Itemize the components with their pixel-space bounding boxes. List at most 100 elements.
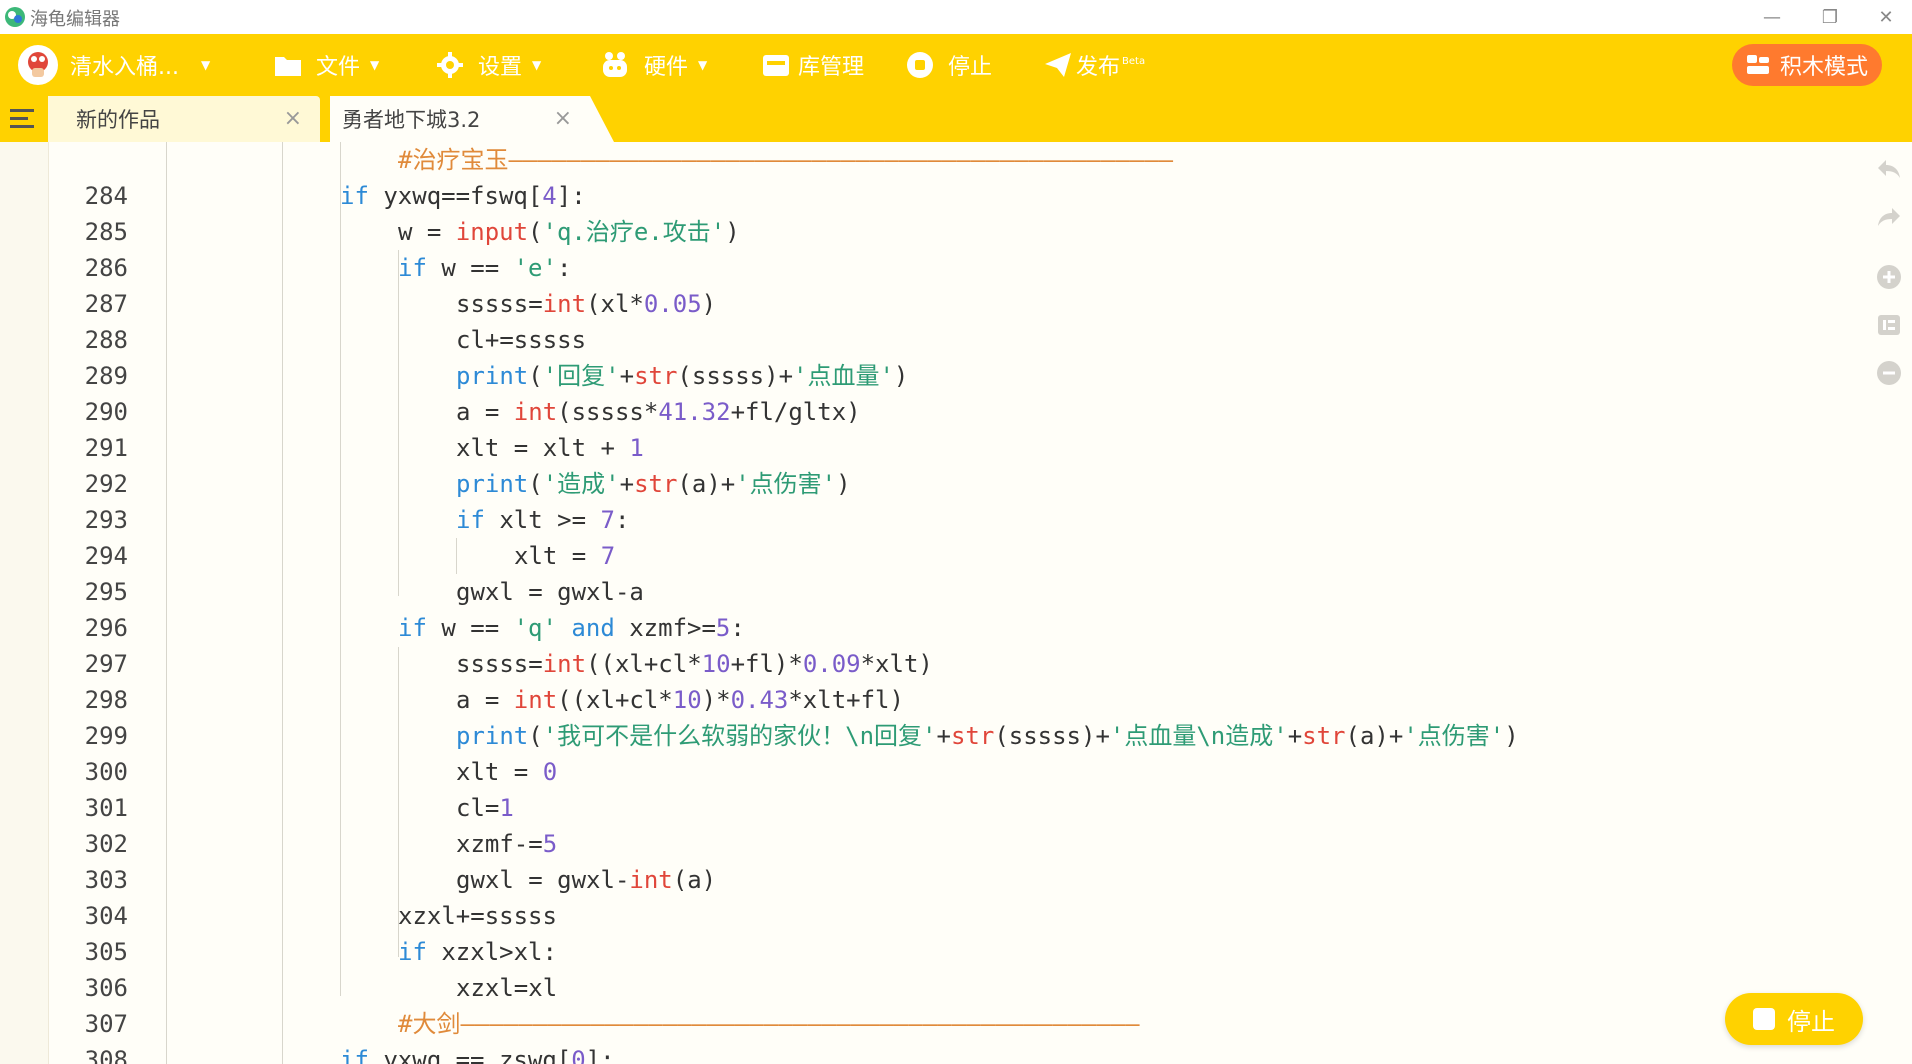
code-comment: #治疗宝玉———————————————————————————————————… [398, 146, 1174, 174]
code-editor[interactable]: 284 #治疗宝玉———————————————————————————————… [0, 142, 1912, 1064]
user-menu[interactable]: 清水入桶... ▼ [18, 34, 210, 96]
close-icon[interactable]: × [284, 106, 302, 131]
keyword: if [456, 506, 485, 534]
floating-stop-button[interactable]: 停止 [1725, 993, 1863, 1045]
code-line: 294 if xlt >= 7: [48, 502, 1848, 570]
code-line: 300 print('我可不是什么软弱的家伙！\n回复'+str(sssss)+… [48, 718, 1848, 786]
blocks-icon [1746, 55, 1769, 74]
zoom-in-icon[interactable] [1874, 262, 1904, 292]
code-line: 290 print('回复'+str(sssss)+'点血量') [48, 358, 1848, 426]
string: '点伤害' [735, 470, 837, 498]
code-text: xlt = xlt + [456, 434, 630, 462]
keyword: if [398, 938, 427, 966]
file-menu-label: 文件 [316, 55, 361, 80]
undo-icon[interactable] [1874, 154, 1904, 184]
tab-new-work[interactable]: 新的作品 × [48, 96, 320, 142]
blocks-mode-button[interactable]: 积木模式 [1731, 44, 1882, 86]
number: 0.09 [802, 650, 861, 678]
chevron-down-icon: ▼ [532, 58, 542, 72]
window-title: 海龟编辑器 [30, 9, 120, 30]
format-icon[interactable] [1874, 310, 1904, 340]
code-area[interactable]: 284 #治疗宝玉———————————————————————————————… [48, 142, 1848, 1064]
function: int [629, 866, 673, 894]
code-text: (a) [672, 866, 717, 894]
code-text: + [1287, 722, 1303, 750]
number: 41.32 [658, 398, 731, 426]
code-line: 289 cl+=sssss [48, 322, 1848, 390]
number: 10 [672, 686, 702, 714]
library-manager-label: 库管理 [798, 55, 865, 80]
paper-plane-icon [1045, 53, 1071, 77]
gear-icon [437, 52, 463, 78]
stop-label: 停止 [948, 55, 993, 80]
close-icon[interactable]: × [554, 106, 572, 131]
code-text: ((xl+cl* [557, 686, 673, 714]
code-text: xzxl+=sssss [398, 902, 557, 930]
code-line: 291 a = int(sssss*41.32+fl/gltx) [48, 394, 1848, 462]
code-text: a = [456, 686, 514, 714]
hardware-icon [603, 52, 627, 77]
code-text: ( [528, 722, 543, 750]
code-text: w == [426, 254, 514, 282]
file-menu[interactable]: 文件 ▼ [274, 34, 379, 96]
redo-icon[interactable] [1874, 202, 1904, 232]
code-line: 298 sssss=int((xl+cl*10+fl)*0.09*xlt) [48, 646, 1848, 714]
menu-toggle-icon[interactable] [8, 106, 38, 132]
code-text: (sssss)+ [677, 362, 794, 390]
code-text: cl+=sssss [456, 326, 587, 354]
stop-button[interactable]: 停止 [906, 34, 992, 96]
string: 'e' [513, 254, 557, 282]
chevron-down-icon: ▼ [200, 58, 211, 72]
close-icon[interactable]: ✕ [1856, 0, 1912, 34]
stop-square-icon [1753, 1008, 1775, 1030]
tab-bar: 新的作品 × 勇者地下城3.2 × [0, 96, 1912, 142]
keyword: if [340, 182, 369, 210]
tab-dungeon-3-2[interactable]: 勇者地下城3.2 × [330, 96, 614, 142]
settings-menu[interactable]: 设置 ▼ [436, 34, 541, 96]
user-name: 清水入桶... [70, 55, 179, 80]
code-line: 307 xzxl=xl [48, 970, 1848, 1038]
code-text: ((xl+cl* [586, 650, 702, 678]
code-line: 301 xlt = 0 [48, 754, 1848, 822]
beta-badge: Beta [1122, 55, 1146, 67]
floating-stop-label: 停止 [1787, 1007, 1835, 1036]
code-line: 308 #大剑—————————————————————————————————… [48, 1006, 1848, 1064]
editor-gutter [0, 142, 49, 1064]
minimize-icon[interactable]: — [1742, 0, 1802, 34]
code-text: +fl)* [730, 650, 803, 678]
code-text: (a)+ [1345, 722, 1404, 750]
main-toolbar: 清水入桶... ▼ 文件 ▼ 设置 ▼ 硬件 ▼ 库管理 停止 发布 Beta … [0, 34, 1912, 96]
library-box-icon [763, 55, 789, 76]
code-text: +fl/gltx) [730, 398, 861, 426]
code-line: 287 if w == 'e': [48, 250, 1848, 318]
code-line: 304 gwxl = gwxl-int(a) [48, 862, 1848, 930]
chevron-down-icon: ▼ [370, 58, 380, 72]
code-text: ]: [585, 1046, 615, 1064]
chevron-down-icon: ▼ [698, 58, 708, 72]
code-text: ( [528, 470, 543, 498]
code-text: *xlt) [860, 650, 933, 678]
restore-icon[interactable]: ❐ [1800, 0, 1860, 34]
code-line: 285 if yxwq==fswq[4]: [48, 178, 1848, 246]
code-line: 293 print('造成'+str(a)+'点伤害') [48, 466, 1848, 534]
keyword: if [340, 1046, 369, 1064]
publish-button[interactable]: 发布 Beta [1044, 34, 1145, 96]
code-text: ( [528, 362, 543, 390]
function: int [513, 686, 558, 714]
hardware-menu[interactable]: 硬件 ▼ [600, 34, 707, 96]
zoom-out-icon[interactable] [1874, 358, 1904, 388]
function: str [950, 722, 995, 750]
string: 'q.治疗e.攻击' [542, 218, 726, 246]
library-manager-button[interactable]: 库管理 [762, 34, 864, 96]
app-logo-icon [5, 7, 25, 27]
keyword: if [398, 614, 427, 642]
number: 7 [600, 506, 615, 534]
title-bar: 海龟编辑器 — ❐ ✕ [0, 0, 1912, 34]
function: print [456, 362, 529, 390]
publish-label: 发布 [1076, 55, 1121, 80]
tab-label: 新的作品 [76, 108, 160, 132]
code-text: xzxl>xl: [426, 938, 557, 966]
number: 1 [629, 434, 644, 462]
function: int [542, 290, 587, 318]
number: 10 [701, 650, 731, 678]
